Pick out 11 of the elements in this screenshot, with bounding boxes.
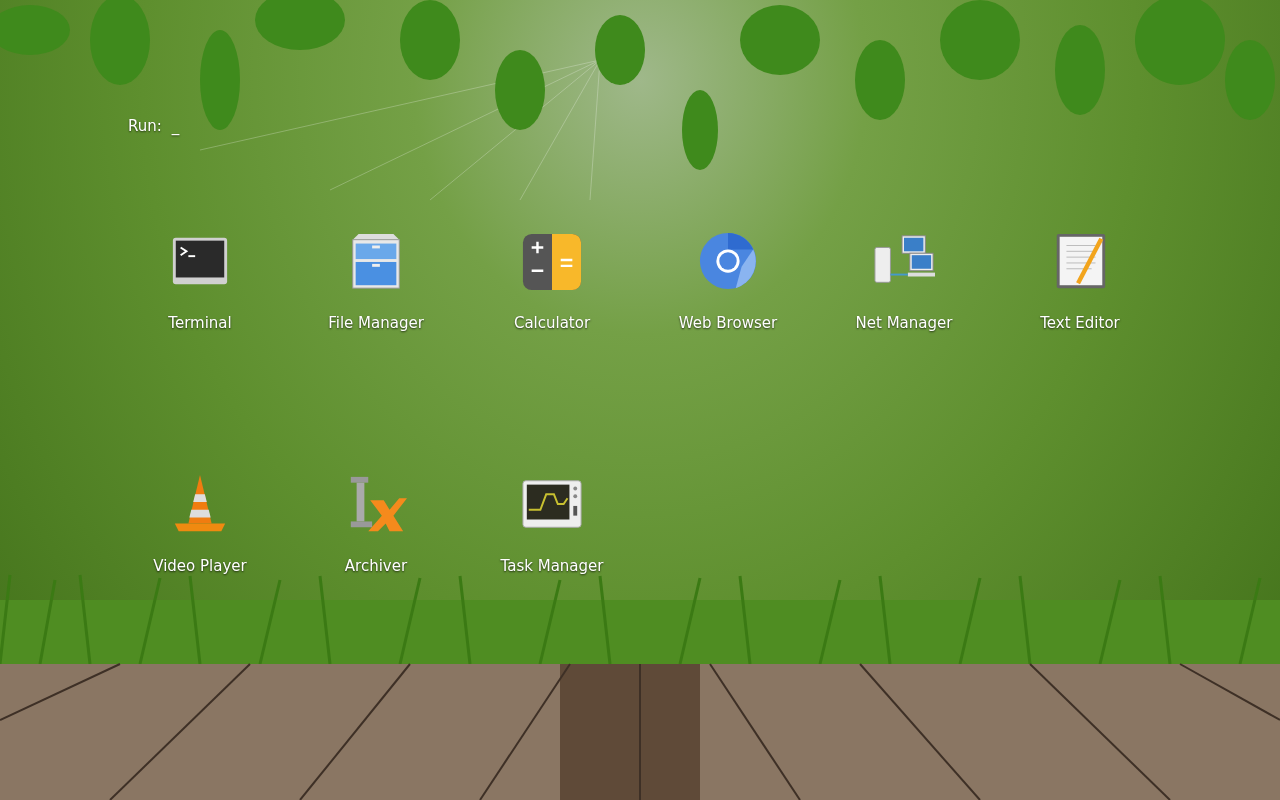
launcher-button[interactable]: Task Manager (500, 473, 604, 578)
run-prompt-label: Run: (128, 116, 162, 137)
launcher-button[interactable]: Net Manager (855, 229, 953, 334)
run-input-field[interactable]: _ (171, 115, 180, 138)
launcher-button[interactable]: Video Player (153, 473, 247, 578)
launcher-button[interactable]: Calculator (513, 229, 591, 334)
launcher-button[interactable]: Archiver (344, 473, 408, 578)
launcher-button[interactable]: Terminal (168, 229, 232, 334)
launcher-button[interactable]: Text Editor (1040, 229, 1120, 334)
launcher-button[interactable]: Web Browser (678, 229, 778, 334)
launcher-button[interactable]: File Manager (328, 229, 424, 334)
